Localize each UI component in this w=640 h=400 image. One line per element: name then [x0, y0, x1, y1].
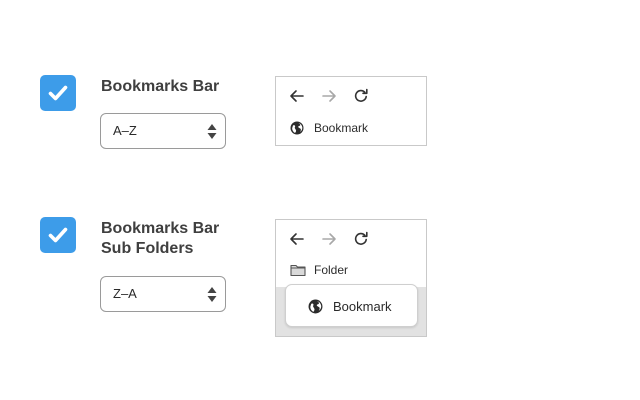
sort-order-select[interactable]: A–Z	[100, 113, 226, 149]
checkmark-icon	[48, 85, 68, 101]
option-label: Bookmarks Bar	[101, 77, 219, 97]
sort-order-select[interactable]: Z–A	[100, 276, 226, 312]
arrow-left-icon	[288, 230, 306, 248]
arrow-right-icon	[320, 230, 338, 248]
option-label: Bookmarks Bar Sub Folders	[101, 219, 219, 259]
preview-folder-label: Folder	[314, 263, 349, 277]
sort-order-value: Z–A	[113, 286, 137, 301]
bookmarks-bar-sub-folders-checkbox[interactable]	[40, 217, 76, 253]
sort-order-value: A–Z	[113, 123, 137, 138]
checkmark-icon	[48, 227, 68, 243]
preview-bookmark-label: Bookmark	[314, 121, 369, 135]
globe-icon	[290, 121, 304, 135]
select-updown-icon	[207, 124, 217, 139]
option-label-line: Sub Folders	[101, 240, 194, 257]
option-row-bookmarks-bar: Bookmarks Bar A–Z Bookmark	[0, 0, 640, 200]
option-label-line: Bookmarks Bar	[101, 220, 220, 237]
option-label-line: Bookmarks Bar	[101, 78, 220, 95]
option-row-bookmarks-bar-sub-folders: Bookmarks Bar Sub Folders Z–A Folder Boo…	[0, 200, 640, 400]
preview-nav-bar	[288, 230, 388, 248]
bookmarks-bar-checkbox[interactable]	[40, 75, 76, 111]
sub-folders-preview: Folder Bookmark	[275, 219, 427, 337]
arrow-right-icon	[320, 87, 338, 105]
folder-icon	[290, 264, 306, 277]
select-updown-icon	[207, 287, 217, 302]
preview-submenu-popup: Bookmark	[285, 284, 418, 327]
preview-nav-bar	[288, 87, 388, 105]
globe-icon	[308, 299, 323, 314]
preview-submenu-bookmark-label: Bookmark	[333, 299, 392, 314]
bookmarks-bar-preview: Bookmark	[275, 76, 427, 146]
reload-icon	[352, 230, 370, 248]
reload-icon	[352, 87, 370, 105]
arrow-left-icon	[288, 87, 306, 105]
